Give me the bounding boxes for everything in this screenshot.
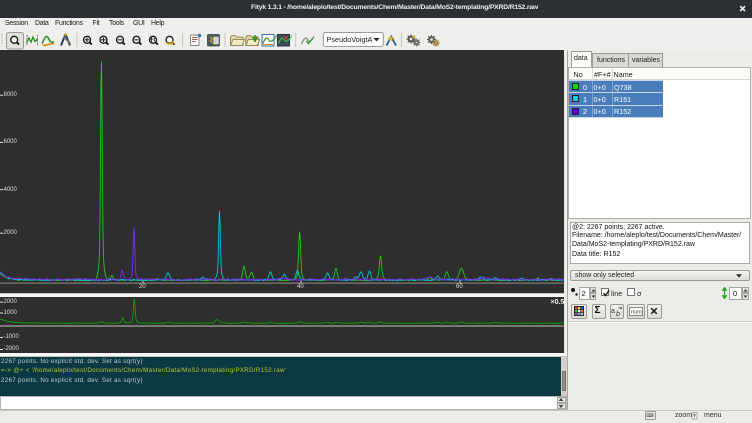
svg-text:b: b xyxy=(616,311,620,317)
svg-text:num: num xyxy=(631,309,642,315)
svg-text:a: a xyxy=(611,308,615,315)
svg-text:PseudoVoigtA: PseudoVoigtA xyxy=(327,35,373,44)
